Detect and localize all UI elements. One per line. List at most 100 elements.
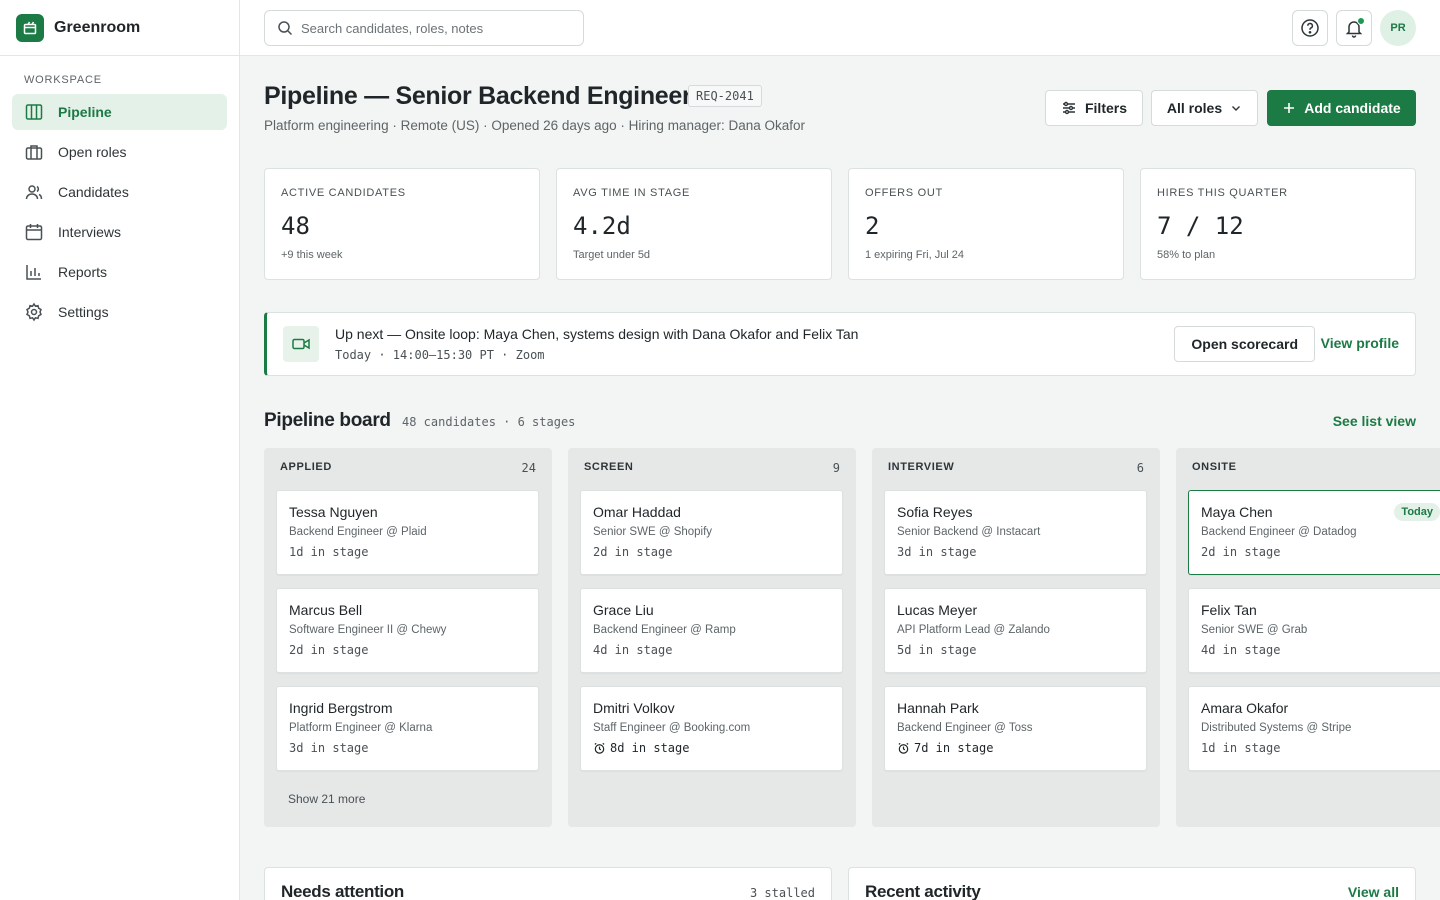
stat-card-offers-out: OFFERS OUT 2 1 expiring Fri, Jul 24 <box>848 168 1124 280</box>
roles-select[interactable]: All roles <box>1151 90 1258 126</box>
candidate-role: Staff Engineer @ Booking.com <box>593 722 751 734</box>
candidate-card[interactable]: Dmitri Volkov Staff Engineer @ Booking.c… <box>580 686 843 771</box>
candidate-card[interactable]: Marcus Bell Software Engineer II @ Chewy… <box>276 588 539 673</box>
time-in-stage: 2d in stage <box>593 545 673 559</box>
sidebar-item-settings[interactable]: Settings <box>12 294 227 330</box>
time-in-stage: 1d in stage <box>289 545 369 559</box>
brand[interactable]: Greenroom <box>0 0 239 56</box>
requisition-id: REQ-2041 <box>688 85 762 107</box>
candidate-name: Omar Haddad <box>593 504 681 520</box>
candidate-name: Tessa Nguyen <box>289 504 378 520</box>
gear-icon <box>26 302 42 322</box>
view-all-link[interactable]: View all <box>1348 884 1399 900</box>
sidebar-item-label: Open roles <box>58 144 127 160</box>
needs-attention-title: Needs attention <box>281 882 405 900</box>
board-column-interview: INTERVIEW 6 Sofia Reyes Senior Backend @… <box>872 448 1160 827</box>
page-title: Pipeline — Senior Backend Engineer <box>264 82 692 110</box>
time-in-stage: 2d in stage <box>1201 545 1281 559</box>
add-candidate-button[interactable]: Add candidate <box>1267 90 1416 126</box>
sliders-icon <box>1062 101 1075 115</box>
candidate-card[interactable]: Grace Liu Backend Engineer @ Ramp 4d in … <box>580 588 843 673</box>
notification-dot <box>1357 17 1365 25</box>
sidebar-item-reports[interactable]: Reports <box>12 254 227 290</box>
stat-sub: 1 expiring Fri, Jul 24 <box>865 249 965 261</box>
stat-label: AVG TIME IN STAGE <box>573 187 691 199</box>
sidebar-item-label: Interviews <box>58 224 122 240</box>
stat-value: 2 <box>865 212 880 240</box>
column-count: 9 <box>832 461 840 475</box>
candidate-card[interactable]: Amara Okafor Distributed Systems @ Strip… <box>1188 686 1440 771</box>
board-column-screen: SCREEN 9 Omar Haddad Senior SWE @ Shopif… <box>568 448 856 827</box>
candidate-role: Backend Engineer @ Ramp <box>593 624 736 636</box>
time-in-stage: 3d in stage <box>897 545 977 559</box>
sidebar-item-open-roles[interactable]: Open roles <box>12 134 227 170</box>
candidate-role: Platform Engineer @ Klarna <box>289 722 433 734</box>
add-candidate-label: Add candidate <box>1304 100 1401 116</box>
help-button[interactable] <box>1292 10 1328 46</box>
video-camera-icon <box>283 326 319 362</box>
stat-label: OFFERS OUT <box>865 187 943 199</box>
sidebar-item-pipeline[interactable]: Pipeline <box>12 94 227 130</box>
search-box[interactable] <box>264 10 584 46</box>
see-list-view-link[interactable]: See list view <box>1333 413 1416 429</box>
time-in-stage: 4d in stage <box>593 643 673 657</box>
page-subtitle: Platform engineering · Remote (US) · Ope… <box>264 118 806 133</box>
stat-sub: Target under 5d <box>573 249 651 261</box>
candidate-name: Dmitri Volkov <box>593 700 675 716</box>
candidate-card[interactable]: Felix Tan Senior SWE @ Grab 4d in stage <box>1188 588 1440 673</box>
bar-chart-icon <box>26 265 41 280</box>
candidate-card[interactable]: Lucas Meyer API Platform Lead @ Zalando … <box>884 588 1147 673</box>
column-count: 24 <box>521 461 536 475</box>
alarm-clock-icon <box>594 742 605 754</box>
column-name: SCREEN <box>584 461 634 473</box>
view-profile-link[interactable]: View profile <box>1321 335 1399 351</box>
sidebar-item-label: Candidates <box>58 184 129 200</box>
users-icon <box>25 185 43 200</box>
candidate-card[interactable]: Ingrid Bergstrom Platform Engineer @ Kla… <box>276 686 539 771</box>
column-name: ONSITE <box>1192 461 1237 473</box>
open-scorecard-button[interactable]: Open scorecard <box>1174 326 1315 362</box>
time-in-stage: 7d in stage <box>914 741 994 755</box>
show-more-link[interactable]: Show 21 more <box>288 792 365 806</box>
sidebar-item-interviews[interactable]: Interviews <box>12 214 227 250</box>
candidate-name: Sofia Reyes <box>897 504 973 520</box>
filters-button[interactable]: Filters <box>1045 90 1143 126</box>
board-column-applied: APPLIED 24 Tessa Nguyen Backend Engineer… <box>264 448 552 827</box>
search-icon <box>278 21 293 36</box>
chevron-down-icon <box>1232 106 1241 111</box>
time-in-stage: 1d in stage <box>1201 741 1281 755</box>
candidate-card[interactable]: Omar Haddad Senior SWE @ Shopify 2d in s… <box>580 490 843 575</box>
up-next-banner: Up next — Onsite loop: Maya Chen, system… <box>264 312 1416 376</box>
greenroom-logo-icon <box>16 13 44 42</box>
candidate-role: Backend Engineer @ Toss <box>897 722 1033 734</box>
up-next-meta: Today · 14:00–15:30 PT · Zoom <box>335 348 545 362</box>
app-name: Greenroom <box>54 18 141 36</box>
column-name: INTERVIEW <box>888 461 955 473</box>
up-next-title: Up next — Onsite loop: Maya Chen, system… <box>335 326 859 342</box>
candidate-name: Hannah Park <box>897 700 979 716</box>
stat-card-avg-time: AVG TIME IN STAGE 4.2d Target under 5d <box>556 168 832 280</box>
candidate-role: Distributed Systems @ Stripe <box>1201 722 1352 734</box>
topbar: PR <box>240 0 1440 56</box>
sidebar-item-label: Pipeline <box>58 104 112 120</box>
candidate-role: Senior Backend @ Instacart <box>897 526 1041 538</box>
notifications-button[interactable] <box>1336 10 1372 46</box>
avatar[interactable]: PR <box>1380 10 1416 46</box>
candidate-role: Software Engineer II @ Chewy <box>289 624 447 636</box>
time-in-stage: 8d in stage <box>610 741 690 755</box>
columns-icon <box>25 104 43 120</box>
sidebar: Greenroom WORKSPACE Pipeline Open roles … <box>0 0 240 900</box>
board-title: Pipeline board <box>264 410 391 431</box>
candidate-name: Marcus Bell <box>289 602 363 618</box>
stat-value: 7 / 12 <box>1157 212 1244 240</box>
candidate-name: Felix Tan <box>1201 602 1257 618</box>
candidate-card[interactable]: Maya Chen Today Backend Engineer @ Datad… <box>1188 490 1440 575</box>
candidate-card[interactable]: Sofia Reyes Senior Backend @ Instacart 3… <box>884 490 1147 575</box>
recent-activity-panel: Recent activity View all <box>848 867 1416 900</box>
time-in-stage: 4d in stage <box>1201 643 1281 657</box>
candidate-card[interactable]: Tessa Nguyen Backend Engineer @ Plaid 1d… <box>276 490 539 575</box>
candidate-card[interactable]: Hannah Park Backend Engineer @ Toss 7d i… <box>884 686 1147 771</box>
sidebar-item-candidates[interactable]: Candidates <box>12 174 227 210</box>
calendar-icon <box>25 224 43 241</box>
search-input[interactable] <box>301 20 571 36</box>
